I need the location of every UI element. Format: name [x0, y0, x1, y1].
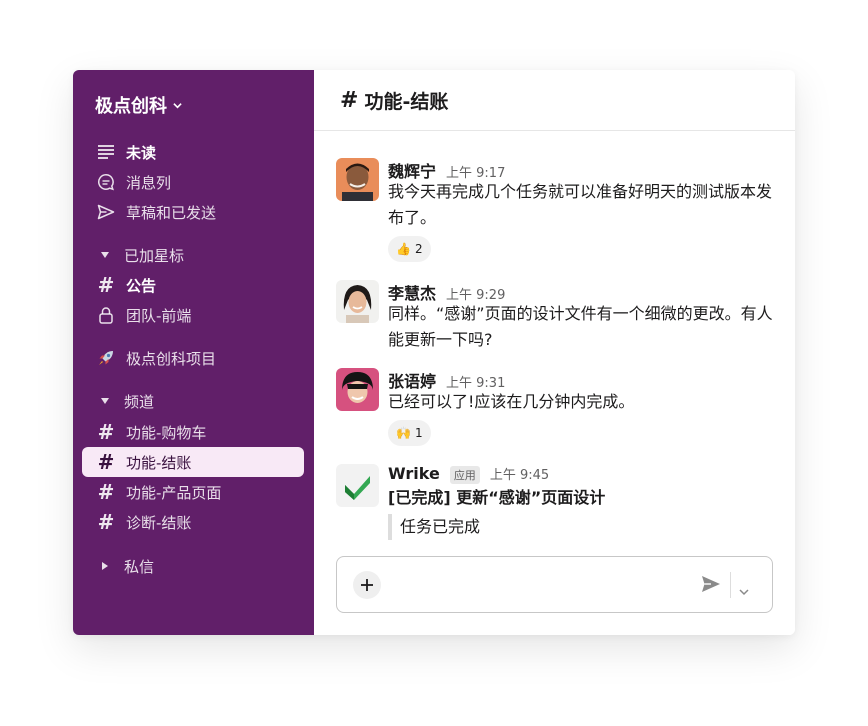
sidebar-item-drafts-sent[interactable]: 草稿和已发送: [82, 197, 304, 227]
workspace-switcher[interactable]: 极点创科: [95, 92, 182, 118]
section-starred[interactable]: 已加星标: [82, 240, 304, 270]
avatar[interactable]: [336, 280, 379, 323]
thumbs-up-icon: 👍: [396, 242, 411, 256]
channel-title[interactable]: 功能-结账: [364, 87, 448, 114]
sidebar-item-team-frontend[interactable]: 团队-前端: [82, 300, 304, 330]
message-text: 同样。“感谢”页面的设计文件有一个细微的更改。有人能更新一下吗?: [388, 304, 773, 349]
app-badge: 应用: [449, 466, 480, 484]
message-composer[interactable]: [336, 556, 773, 613]
reaction-pill[interactable]: 👍 2: [388, 236, 431, 262]
plus-icon: [361, 579, 373, 591]
timestamp[interactable]: 上午 9:45: [490, 464, 549, 483]
message-text: 已经可以了!应该在几分钟内完成。: [388, 392, 635, 411]
send-button[interactable]: [701, 574, 721, 598]
sidebar-item-label: 消息列: [126, 173, 172, 192]
send-icon: [702, 576, 720, 592]
message-text: 我今天再完成几个任务就可以准备好明天的测试版本发布了。: [388, 182, 773, 227]
caret-down-icon: [98, 245, 112, 265]
sidebar-item-channel[interactable]: # 诊断-结账: [82, 507, 304, 537]
lock-icon: [96, 305, 116, 325]
channel-header: # 功能-结账: [314, 70, 795, 131]
raised-hands-icon: 🙌: [396, 426, 411, 440]
workspace-name: 极点创科: [95, 96, 167, 117]
send-options-button[interactable]: [739, 581, 749, 600]
author-name[interactable]: Wrike: [388, 464, 440, 483]
sidebar-item-channel[interactable]: # 功能-产品页面: [82, 477, 304, 507]
chevron-down-icon: [173, 102, 182, 108]
task-status-quote: 任务已完成: [388, 514, 778, 540]
sidebar-item-label: 未读: [126, 143, 157, 162]
section-channels[interactable]: 频道: [82, 386, 304, 416]
sidebar-item-label: 草稿和已发送: [126, 203, 217, 222]
sidebar-item-label: 诊断-结账: [126, 513, 192, 532]
caret-down-icon: [98, 391, 112, 411]
send-icon: [96, 202, 116, 222]
composer-divider: [730, 572, 731, 598]
threads-icon: [96, 172, 116, 192]
channel-hash: #: [340, 87, 359, 113]
rocket-icon: [96, 348, 116, 368]
sidebar-item-label: 功能-产品页面: [126, 483, 222, 502]
app-window: 极点创科 未读 消息列 草稿和已发送 已加星标 # 公告 团队-前端 极点创科项…: [73, 70, 795, 635]
sidebar-item-label: 团队-前端: [126, 306, 192, 325]
reaction-count: 1: [414, 426, 423, 440]
sidebar-item-label: 公告: [126, 276, 157, 295]
avatar[interactable]: [336, 158, 379, 201]
sidebar-item-channel[interactable]: # 功能-购物车: [82, 417, 304, 447]
reaction-pill[interactable]: 🙌 1: [388, 420, 431, 446]
hash-icon: #: [97, 420, 115, 444]
sidebar-item-channel-active[interactable]: # 功能-结账: [82, 447, 304, 477]
hash-icon: #: [97, 480, 115, 504]
task-title[interactable]: [已完成] 更新“感谢”页面设计: [388, 486, 778, 510]
section-title: 已加星标: [124, 246, 185, 265]
section-title: 私信: [124, 557, 155, 576]
sidebar-item-threads[interactable]: 消息列: [82, 167, 304, 197]
wrike-app-icon[interactable]: [336, 464, 379, 507]
hash-icon: #: [97, 273, 115, 297]
sidebar: 极点创科 未读 消息列 草稿和已发送 已加星标 # 公告 团队-前端 极点创科项…: [73, 70, 314, 635]
section-title: 频道: [124, 392, 155, 411]
sidebar-item-unread[interactable]: 未读: [82, 137, 304, 167]
channel-view: # 功能-结账 魏辉宁 上午 9:17 我今天再完成几个任务就可以准备好明天的测…: [314, 70, 795, 635]
avatar[interactable]: [336, 368, 379, 411]
unread-lines-icon: [96, 142, 116, 162]
sidebar-item-label: 极点创科项目: [126, 349, 217, 368]
sidebar-item-label: 功能-结账: [126, 453, 192, 472]
section-direct-messages[interactable]: 私信: [82, 551, 304, 581]
reaction-count: 2: [414, 242, 423, 256]
add-attachment-button[interactable]: [353, 571, 381, 599]
hash-icon: #: [97, 510, 115, 534]
sidebar-item-label: 功能-购物车: [126, 423, 207, 442]
chevron-down-icon: [739, 589, 749, 596]
hash-icon: #: [97, 450, 115, 474]
sidebar-item-project[interactable]: 极点创科项目: [82, 343, 304, 373]
sidebar-item-announcements[interactable]: # 公告: [82, 270, 304, 300]
caret-right-icon: [98, 556, 112, 576]
